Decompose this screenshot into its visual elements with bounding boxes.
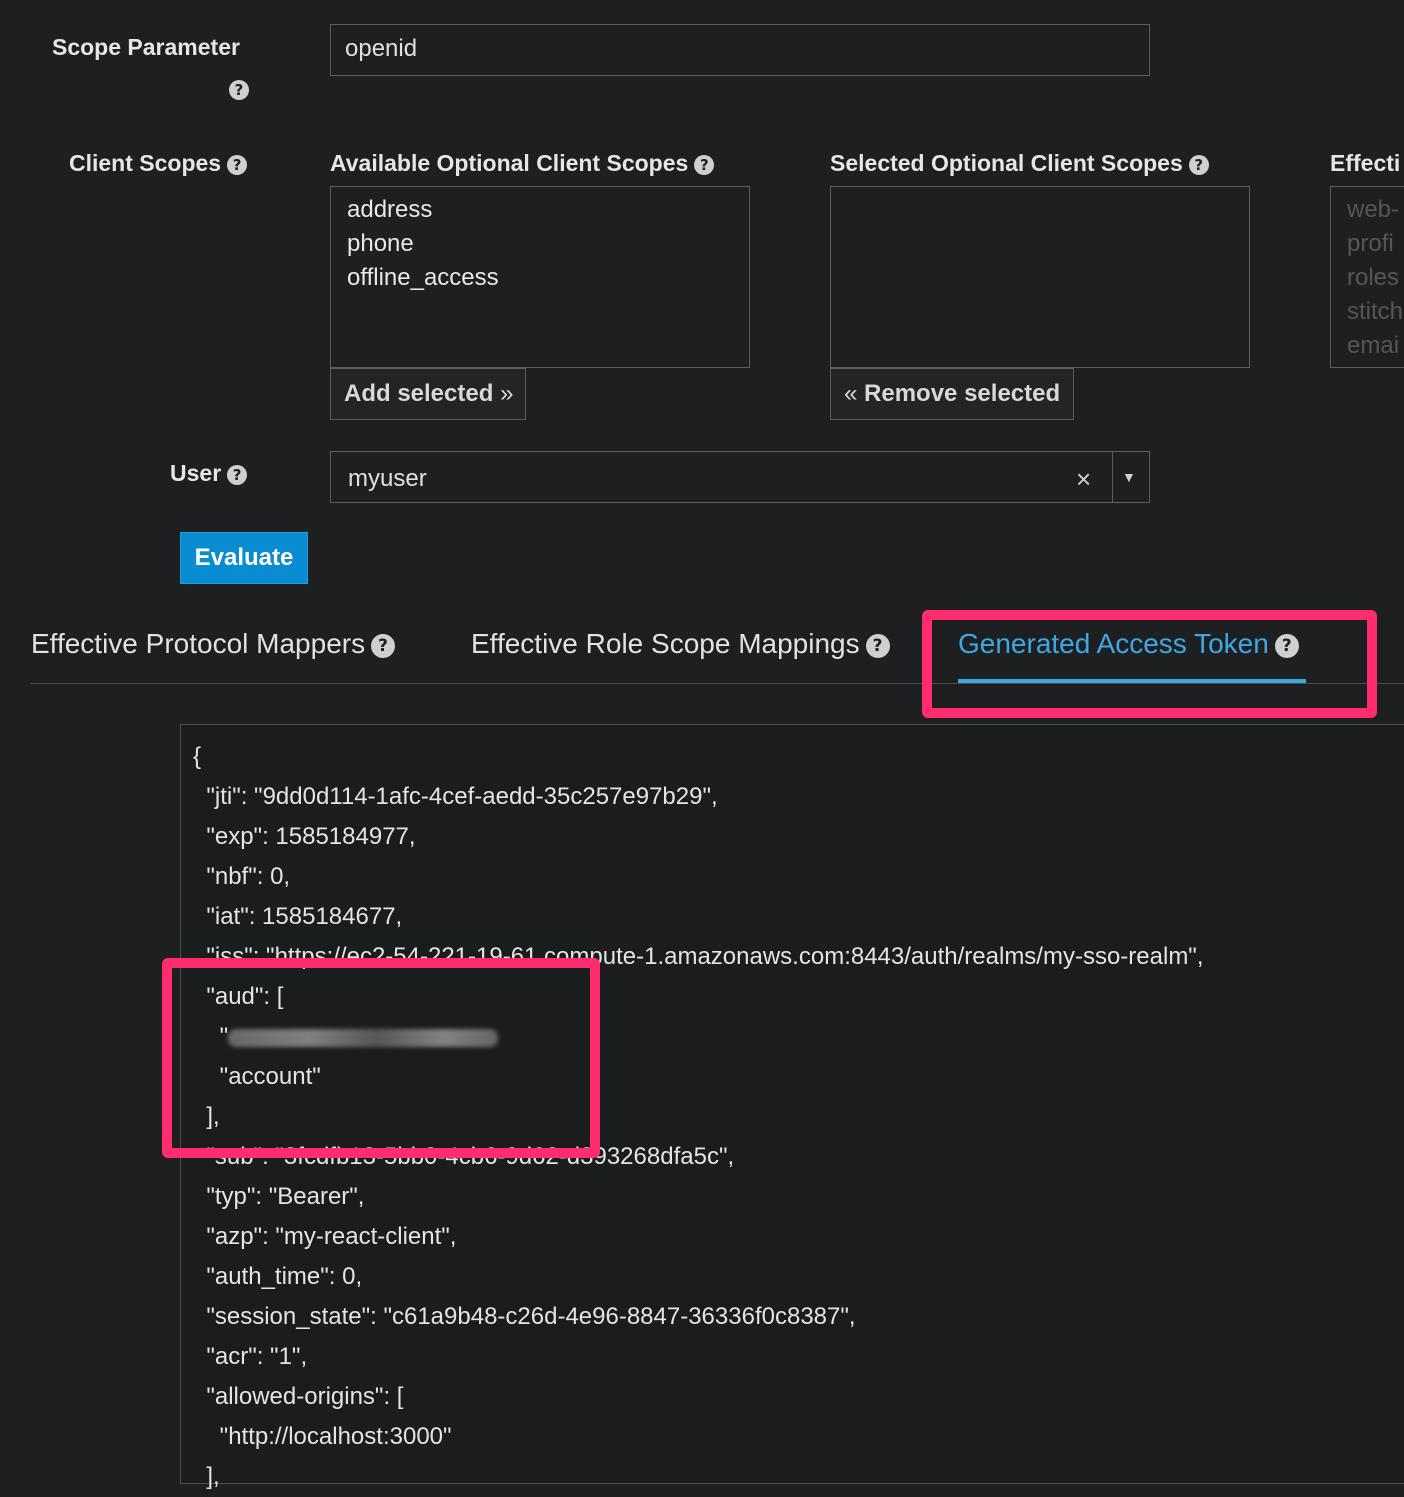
tab-effective-role-scope-mappings[interactable]: Effective Role Scope Mappings?	[471, 628, 890, 660]
evaluate-button[interactable]: Evaluate	[180, 532, 308, 584]
available-scope-item[interactable]: phone	[347, 227, 733, 261]
selected-scopes-help-icon[interactable]: ?	[1188, 154, 1209, 175]
client-scopes-label: Client Scopes?	[69, 150, 248, 177]
available-scopes-list[interactable]: address phone offline_access	[330, 186, 750, 368]
available-scope-item[interactable]: address	[347, 193, 733, 227]
effective-scopes-label: Effecti	[1330, 150, 1401, 176]
selected-scopes-label-text: Selected Optional Client Scopes	[830, 150, 1183, 176]
token-line: "session_state": "c61a9b48-c26d-4e96-884…	[193, 1303, 856, 1330]
remove-selected-label: Remove selected	[864, 380, 1061, 407]
token-line: ],	[193, 1463, 220, 1490]
effective-scope-item: stitch	[1347, 298, 1404, 325]
scope-parameter-label: Scope Parameter	[52, 34, 240, 60]
effective-scope-item: profi	[1347, 230, 1394, 257]
available-scope-item[interactable]: offline_access	[347, 261, 733, 295]
add-selected-button[interactable]: Add selected »	[330, 368, 526, 420]
token-line: {	[193, 743, 202, 770]
clear-icon[interactable]: ×	[1076, 462, 1091, 496]
chevron-down-icon[interactable]: ▼	[1122, 464, 1136, 490]
double-chevron-left-icon: «	[844, 380, 858, 407]
client-scopes-label-text: Client Scopes	[69, 150, 222, 176]
available-scopes-label-text: Available Optional Client Scopes	[330, 150, 689, 176]
add-selected-label: Add selected	[344, 380, 494, 407]
token-line: "typ": "Bearer",	[193, 1183, 365, 1210]
user-select[interactable]: myuser	[330, 451, 1150, 503]
tab-help-icon[interactable]: ?	[865, 633, 890, 658]
user-select-value: myuser	[348, 465, 427, 492]
tab-effective-protocol-mappers[interactable]: Effective Protocol Mappers?	[31, 628, 396, 660]
user-label: User?	[170, 460, 248, 487]
effective-scope-item: roles	[1347, 264, 1400, 291]
token-line: "iat": 1585184677,	[193, 903, 403, 930]
token-line: "jti": "9dd0d114-1afc-4cef-aedd-35c257e9…	[193, 783, 718, 810]
token-line: "auth_time": 0,	[193, 1263, 363, 1290]
double-chevron-right-icon: »	[500, 380, 514, 407]
token-line: "exp": 1585184977,	[193, 823, 416, 850]
available-scopes-help-icon[interactable]: ?	[694, 154, 715, 175]
user-help-icon[interactable]: ?	[227, 464, 248, 485]
selected-scopes-list[interactable]	[830, 186, 1250, 368]
tab-highlight-box	[922, 610, 1377, 718]
aud-highlight-box	[162, 958, 600, 1158]
select-divider	[1112, 452, 1113, 502]
token-line: "allowed-origins": [	[193, 1383, 404, 1410]
tab-help-icon[interactable]: ?	[371, 633, 396, 658]
client-scopes-help-icon[interactable]: ?	[227, 154, 248, 175]
remove-selected-button[interactable]: « Remove selected	[830, 368, 1074, 420]
tab-label: Effective Protocol Mappers	[31, 628, 366, 659]
token-line: "nbf": 0,	[193, 863, 291, 890]
selected-scopes-label: Selected Optional Client Scopes?	[830, 150, 1209, 177]
tab-label: Effective Role Scope Mappings	[471, 628, 860, 659]
scope-help-icon[interactable]: ?	[229, 80, 249, 100]
effective-scope-item: emai	[1347, 332, 1400, 359]
scope-parameter-input[interactable]: openid	[330, 24, 1150, 76]
user-label-text: User	[170, 460, 222, 486]
effective-scopes-list: web- profi roles stitch emai	[1330, 186, 1404, 368]
token-line: "http://localhost:3000"	[193, 1423, 452, 1450]
token-line: "acr": "1",	[193, 1343, 308, 1370]
effective-scope-item: web-	[1347, 196, 1400, 223]
token-line: "azp": "my-react-client",	[193, 1223, 457, 1250]
available-scopes-label: Available Optional Client Scopes?	[330, 150, 715, 177]
